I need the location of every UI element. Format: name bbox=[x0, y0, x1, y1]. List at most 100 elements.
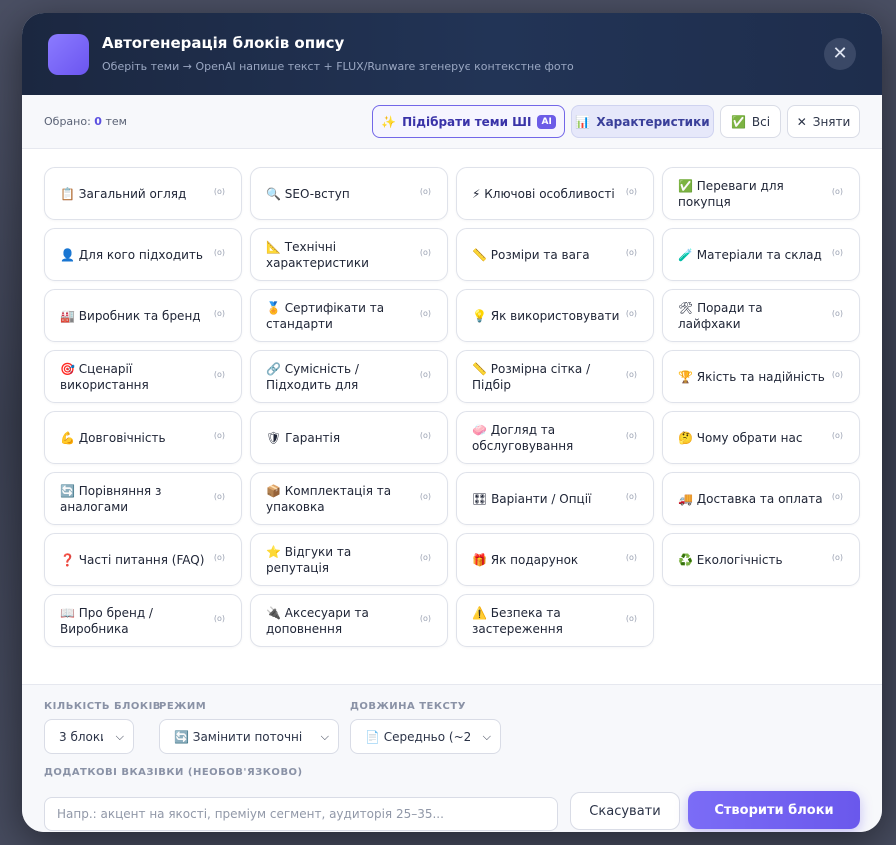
topic-card-content: 🧼 Догляд та обслуговування bbox=[472, 422, 622, 454]
topic-card-content: 💡 Як використовувати bbox=[472, 308, 619, 324]
topic-card[interactable]: ♻️ Екологічність (o) bbox=[662, 533, 860, 586]
topic-card[interactable]: 📖 Про бренд / Виробника (o) bbox=[44, 594, 242, 647]
radio-indicator-icon: (o) bbox=[625, 492, 637, 501]
topic-card[interactable]: 👤 Для кого підходить (o) bbox=[44, 228, 242, 281]
topic-card[interactable]: 🎁 Як подарунок (o) bbox=[456, 533, 654, 586]
radio-indicator-icon: (o) bbox=[213, 187, 225, 196]
topic-card[interactable]: 🏅 Сертифікати та стандарти (o) bbox=[250, 289, 448, 342]
topic-card[interactable]: 🧼 Догляд та обслуговування (o) bbox=[456, 411, 654, 464]
topic-card[interactable]: 📦 Комплектація та упаковка (o) bbox=[250, 472, 448, 525]
topic-card-text: Матеріали та склад bbox=[696, 247, 822, 262]
topic-card[interactable]: 💡 Як використовувати (o) bbox=[456, 289, 654, 342]
topic-card-label: 🛠 Поради та лайфхаки bbox=[678, 290, 828, 341]
topic-card-text: Загальний огляд bbox=[78, 186, 187, 201]
topic-card-label: 🎁 Як подарунок bbox=[472, 534, 622, 585]
topic-card[interactable]: 📏 Розміри та вага (o) bbox=[456, 228, 654, 281]
topic-card-content: 🛠 Поради та лайфхаки bbox=[678, 300, 828, 332]
chart-icon: 📊 bbox=[575, 114, 591, 129]
ai-pick-label: Підібрати теми ШІ bbox=[402, 114, 532, 129]
topic-card-label: ♻️ Екологічність bbox=[678, 534, 828, 585]
topic-card-content: 🛡 Гарантія bbox=[266, 430, 340, 446]
specs-button[interactable]: 📊 Характеристики bbox=[571, 105, 714, 138]
topic-emoji-icon: 📐 bbox=[266, 239, 281, 254]
topic-card-label: 🧪 Матеріали та склад bbox=[678, 229, 828, 280]
radio-indicator-icon: (o) bbox=[625, 614, 637, 623]
topic-card-label: 📦 Комплектація та упаковка bbox=[266, 473, 416, 524]
topic-card[interactable]: 🔄 Порівняння з аналогами (o) bbox=[44, 472, 242, 525]
topic-card-text: Ключові особливості bbox=[484, 186, 615, 201]
topic-card[interactable]: 🧪 Матеріали та склад (o) bbox=[662, 228, 860, 281]
block-count-select[interactable]: 3 блоки ⌵ bbox=[44, 719, 134, 754]
topic-card[interactable]: 🏭 Виробник та бренд (o) bbox=[44, 289, 242, 342]
topic-card[interactable]: 🎯 Сценарії використання (o) bbox=[44, 350, 242, 403]
topic-emoji-icon: ♻️ bbox=[678, 552, 693, 567]
radio-indicator-icon: (o) bbox=[419, 431, 431, 440]
cancel-button[interactable]: Скасувати bbox=[570, 792, 680, 830]
topic-card[interactable]: 💪 Довговічність (o) bbox=[44, 411, 242, 464]
topic-card-content: 🧪 Матеріали та склад bbox=[678, 247, 822, 263]
notes-input[interactable] bbox=[44, 797, 558, 831]
topic-card[interactable]: 🛡 Гарантія (o) bbox=[250, 411, 448, 464]
topic-card-label: ⭐ Відгуки та репутація bbox=[266, 534, 416, 585]
text-length-label: ДОВЖИНА ТЕКСТУ bbox=[350, 701, 466, 712]
topic-card[interactable]: 🚚 Доставка та оплата (o) bbox=[662, 472, 860, 525]
topic-card[interactable]: ✅ Переваги для покупця (o) bbox=[662, 167, 860, 220]
topic-card-content: 🔄 Порівняння з аналогами bbox=[60, 483, 210, 515]
select-all-button[interactable]: ✅ Всі bbox=[720, 105, 781, 138]
select-all-label: Всі bbox=[751, 114, 771, 129]
radio-indicator-icon: (o) bbox=[625, 187, 637, 196]
close-button[interactable]: ✕ bbox=[824, 38, 856, 70]
topic-emoji-icon: 🔄 bbox=[60, 483, 75, 498]
topic-card[interactable]: ⚡ Ключові особливості (o) bbox=[456, 167, 654, 220]
topic-card[interactable]: ⭐ Відгуки та репутація (o) bbox=[250, 533, 448, 586]
topic-emoji-icon: ✅ bbox=[678, 178, 693, 193]
topic-card-text: Гарантія bbox=[285, 430, 341, 445]
topic-card[interactable]: 🛠 Поради та лайфхаки (o) bbox=[662, 289, 860, 342]
topic-card-content: 📏 Розмірна сітка / Підбір bbox=[472, 361, 622, 393]
topic-emoji-icon: 🎛 bbox=[472, 491, 488, 506]
topic-card[interactable]: 🔍 SEO-вступ (o) bbox=[250, 167, 448, 220]
ai-badge: AI bbox=[537, 114, 556, 129]
topic-emoji-icon: 🛡 bbox=[266, 430, 282, 445]
close-icon: ✕ bbox=[832, 43, 848, 64]
topic-emoji-icon: ⭐ bbox=[266, 544, 281, 559]
topic-card[interactable]: 🎛 Варіанти / Опції (o) bbox=[456, 472, 654, 525]
radio-indicator-icon: (o) bbox=[831, 248, 843, 257]
topic-card[interactable]: 🔗 Сумісність / Підходить для (o) bbox=[250, 350, 448, 403]
radio-indicator-icon: (o) bbox=[213, 553, 225, 562]
topic-card-text: Виробник та бренд bbox=[78, 308, 201, 323]
topic-card[interactable]: 📐 Технічні характеристики (o) bbox=[250, 228, 448, 281]
topic-card-text: Доставка та оплата bbox=[696, 491, 823, 506]
topic-card-text: Часті питання (FAQ) bbox=[78, 552, 205, 567]
topic-card-content: ❓ Часті питання (FAQ) bbox=[60, 552, 204, 568]
topic-card-text: Комплектація та упаковка bbox=[266, 483, 392, 514]
topic-emoji-icon: 🛠 bbox=[678, 300, 694, 315]
topic-emoji-icon: 👤 bbox=[60, 247, 75, 262]
topic-emoji-icon: 🚚 bbox=[678, 491, 693, 506]
topic-card[interactable]: 📏 Розмірна сітка / Підбір (o) bbox=[456, 350, 654, 403]
topic-card-content: 📖 Про бренд / Виробника bbox=[60, 605, 210, 637]
create-blocks-button[interactable]: Створити блоки bbox=[688, 791, 860, 829]
mode-select[interactable]: 🔄 Замінити поточні ⌵ bbox=[159, 719, 339, 754]
topic-card-label: ❓ Часті питання (FAQ) bbox=[60, 534, 210, 585]
topic-card-text: SEO-вступ bbox=[284, 186, 350, 201]
topic-card-label: 🔗 Сумісність / Підходить для bbox=[266, 351, 416, 402]
topic-card[interactable]: ⚠️ Безпека та застереження (o) bbox=[456, 594, 654, 647]
radio-indicator-icon: (o) bbox=[213, 248, 225, 257]
topic-card-content: 🎯 Сценарії використання bbox=[60, 361, 210, 393]
topic-card[interactable]: ❓ Часті питання (FAQ) (o) bbox=[44, 533, 242, 586]
topic-emoji-icon: ⚠️ bbox=[472, 605, 487, 620]
topic-card-label: 🤔 Чому обрати нас bbox=[678, 412, 828, 463]
ai-pick-topics-button[interactable]: ✨ Підібрати теми ШІ AI bbox=[372, 105, 565, 138]
text-length-select[interactable]: 📄 Середньо (~200сл ⌵ bbox=[350, 719, 501, 754]
selected-counter: Обрано: 0 тем bbox=[44, 115, 127, 128]
topic-card[interactable]: 🔌 Аксесуари та доповнення (o) bbox=[250, 594, 448, 647]
topic-card[interactable]: 🏆 Якість та надійність (o) bbox=[662, 350, 860, 403]
topic-card-content: 👤 Для кого підходить bbox=[60, 247, 203, 263]
topic-card[interactable]: 🤔 Чому обрати нас (o) bbox=[662, 411, 860, 464]
topic-emoji-icon: 📏 bbox=[472, 247, 487, 262]
topic-card[interactable]: 📋 Загальний огляд (o) bbox=[44, 167, 242, 220]
clear-selection-button[interactable]: ✕ Зняти bbox=[787, 105, 860, 138]
text-length-value: 📄 Середньо (~200сл bbox=[365, 729, 470, 744]
topic-card-content: 🏭 Виробник та бренд bbox=[60, 308, 201, 324]
